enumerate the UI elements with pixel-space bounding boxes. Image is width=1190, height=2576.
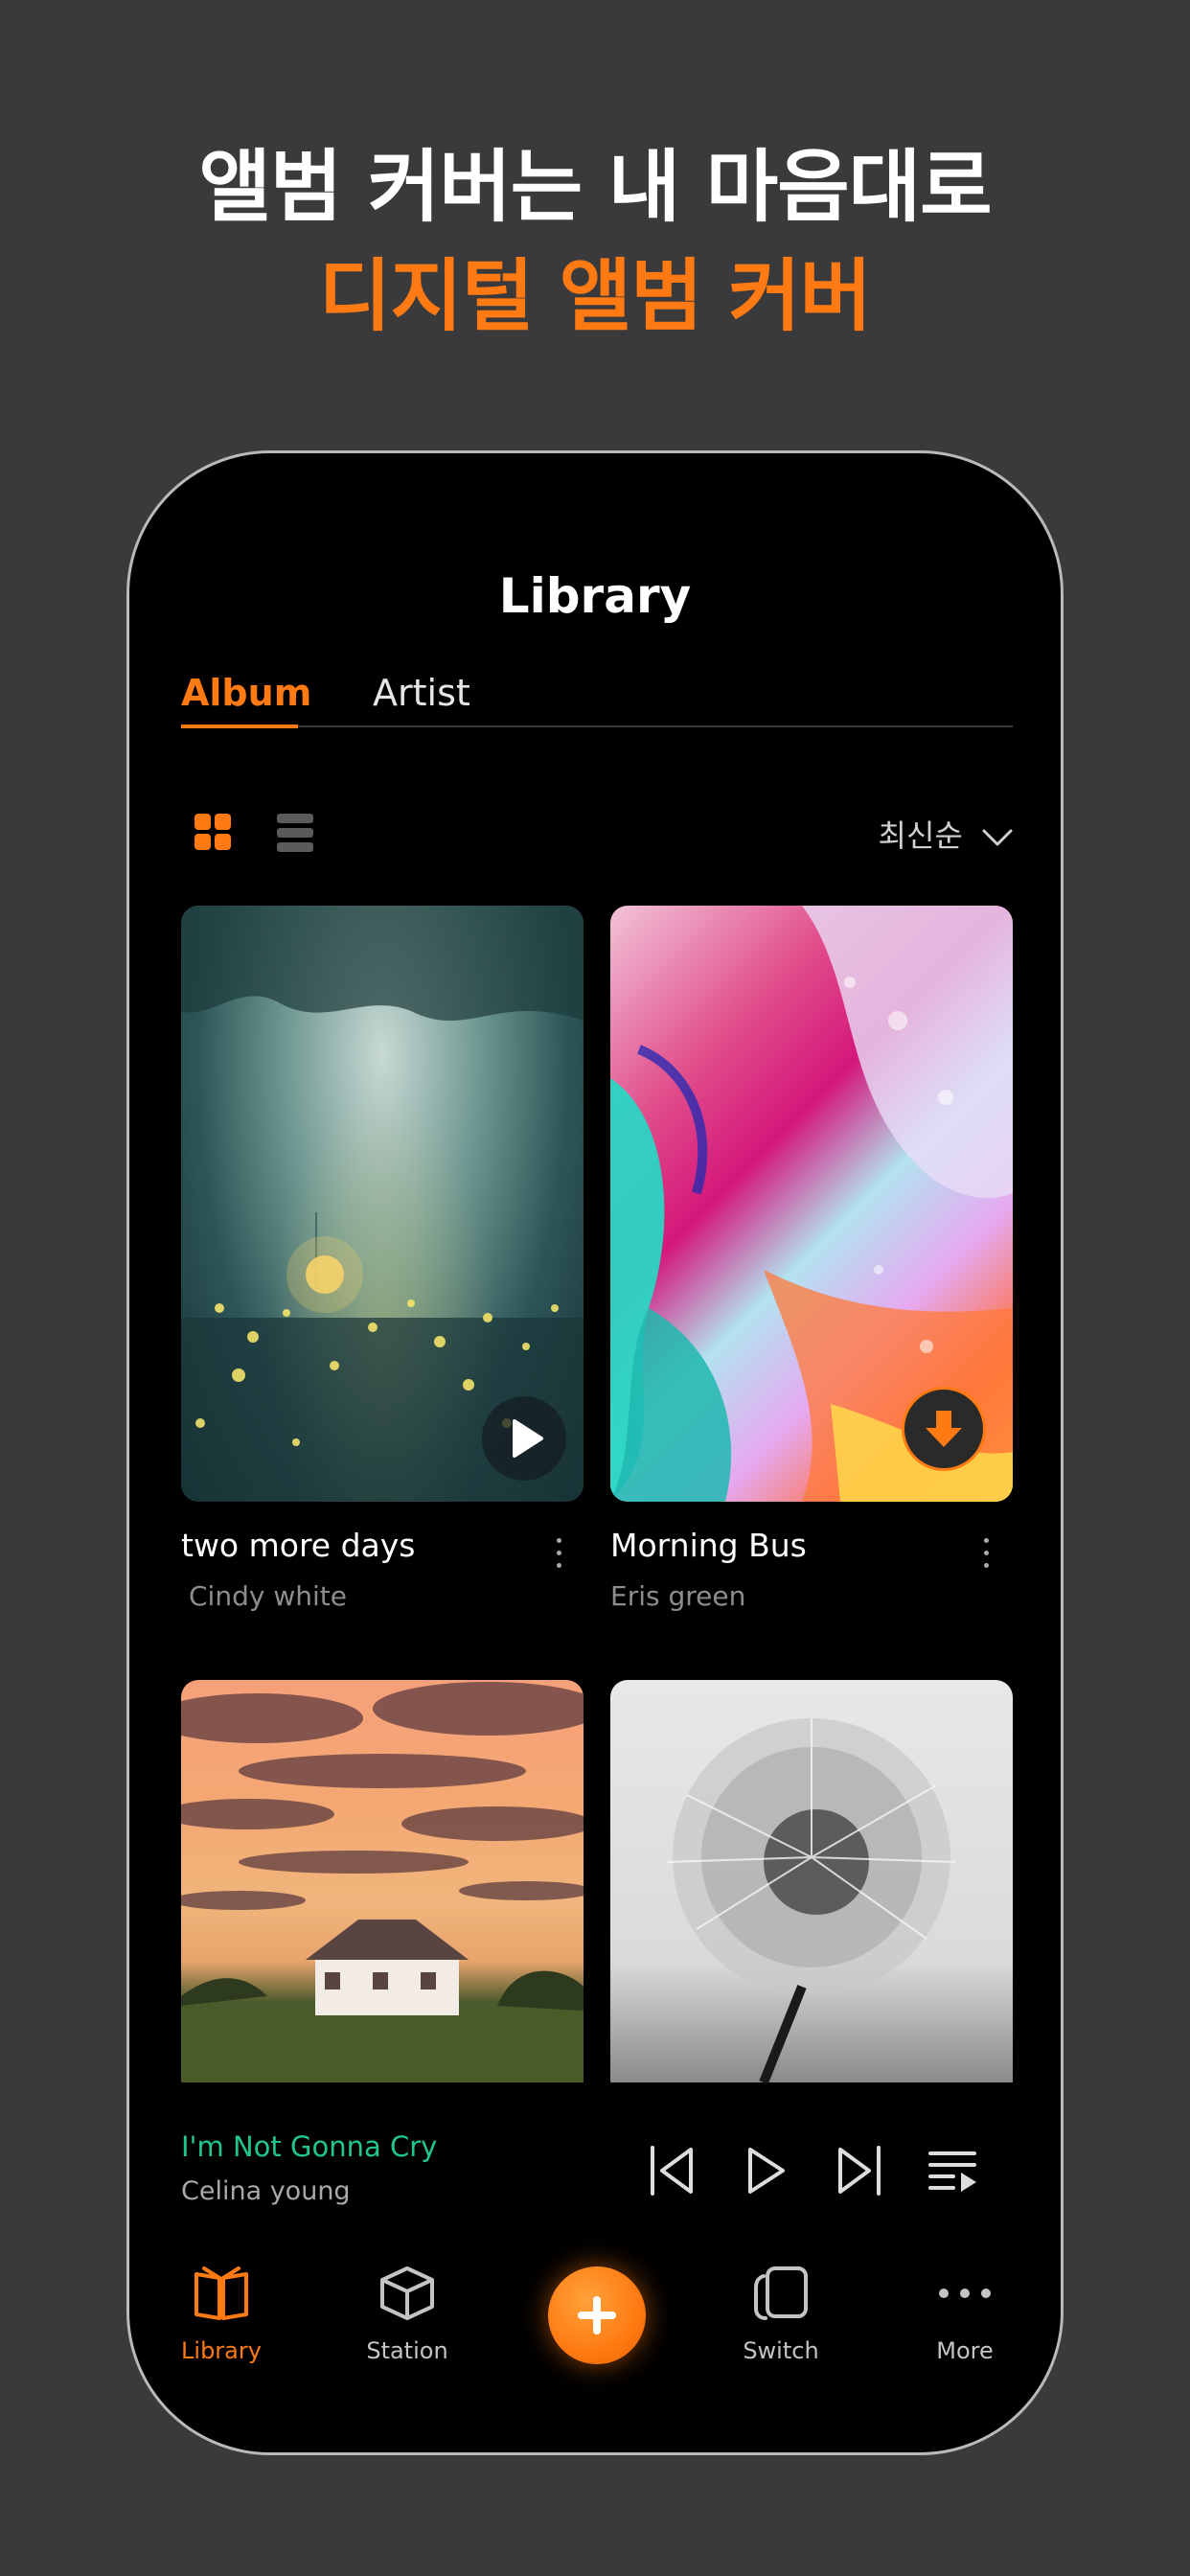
nav-more-label: More: [936, 2337, 994, 2364]
album-cover[interactable]: [181, 906, 584, 1502]
album-cover[interactable]: [181, 1680, 584, 2082]
list-view-icon[interactable]: [277, 814, 313, 852]
more-options-icon[interactable]: [549, 1534, 568, 1573]
album-card[interactable]: Morning Bus Eris green: [610, 906, 1013, 1644]
page-title: Library: [498, 568, 692, 624]
tab-bar: Album Artist: [181, 672, 1013, 728]
album-artist: Eris green: [610, 1580, 746, 1612]
add-fab-button[interactable]: [548, 2266, 646, 2364]
nav-library-label: Library: [181, 2337, 262, 2364]
playlist-icon[interactable]: [925, 2142, 982, 2199]
grid-view-icon[interactable]: [195, 814, 233, 852]
phone-frame: Library Album Artist 최신순 two more days C…: [126, 450, 1064, 2455]
library-book-icon: [195, 2266, 248, 2320]
album-cover[interactable]: [610, 906, 1013, 1502]
switch-cards-icon: [754, 2266, 808, 2320]
tab-album[interactable]: Album: [181, 672, 311, 714]
album-title[interactable]: two more days: [181, 1527, 415, 1564]
album-cover[interactable]: [610, 1680, 1013, 2082]
sort-dropdown[interactable]: 최신순: [879, 812, 1014, 856]
chevron-down-icon: [982, 829, 1013, 846]
album-title[interactable]: Morning Bus: [610, 1527, 807, 1564]
album-artist: Cindy white: [189, 1580, 347, 1612]
download-icon: [926, 1411, 962, 1447]
play-icon: [513, 1419, 543, 1458]
nav-station-label: Station: [366, 2337, 448, 2364]
album-card[interactable]: [181, 1680, 584, 2082]
album-art-dandelion: [667, 1718, 956, 2082]
promo-headline-2: 디지털 앨범 커버: [318, 251, 872, 342]
nav-switch-label: Switch: [743, 2337, 819, 2364]
more-dots-icon: [939, 2288, 991, 2298]
download-overlay-button[interactable]: [902, 1387, 986, 1471]
album-card[interactable]: [610, 1680, 1013, 2082]
cube-icon: [380, 2266, 434, 2320]
play-icon[interactable]: [737, 2142, 794, 2199]
next-icon[interactable]: [831, 2142, 888, 2199]
more-options-icon[interactable]: [976, 1534, 995, 1573]
tab-active-indicator: [181, 724, 298, 728]
previous-icon[interactable]: [643, 2142, 700, 2199]
play-overlay-button[interactable]: [482, 1396, 566, 1481]
now-playing-artist: Celina young: [181, 2176, 351, 2206]
tab-artist[interactable]: Artist: [373, 672, 470, 714]
sort-label: 최신순: [878, 817, 963, 854]
album-art-house: [181, 1682, 584, 2082]
now-playing-title[interactable]: I'm Not Gonna Cry: [181, 2130, 437, 2163]
plus-icon-stroke: [593, 2296, 601, 2334]
promo-headline-1: 앨범 커버는 내 마음대로: [198, 142, 992, 233]
album-card[interactable]: two more days Cindy white: [181, 906, 584, 1644]
